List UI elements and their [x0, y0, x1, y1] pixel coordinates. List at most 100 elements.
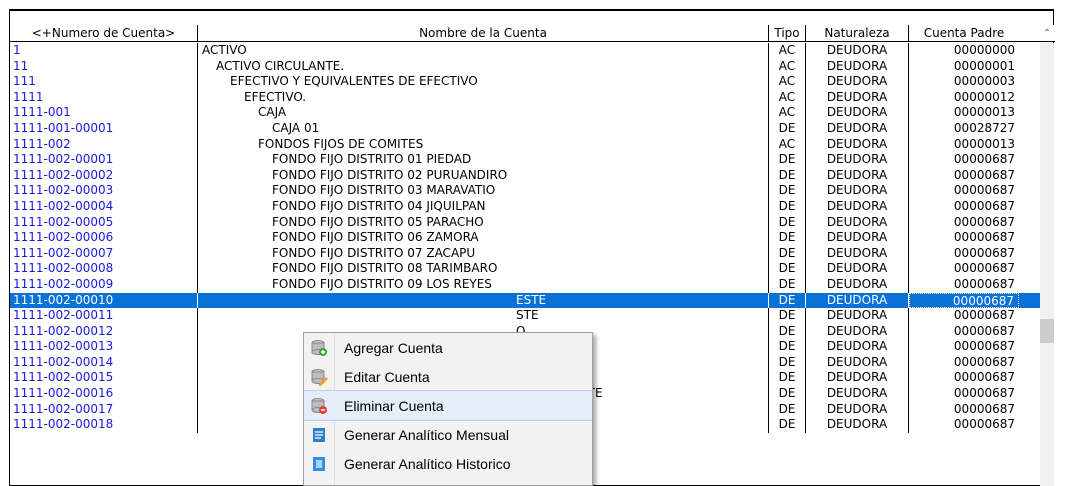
cell-tipo: DE — [769, 308, 806, 324]
cell-numero: 1111-002-00018 — [10, 417, 198, 433]
table-row[interactable]: 1111-002-00004 FONDO FIJO DISTRITO 04 JIQ… — [10, 198, 1040, 215]
column-header-tipo[interactable]: Tipo — [769, 25, 806, 41]
table-row[interactable]: 1111 EFECTIVO. AC DEUDORA 00000012 — [10, 89, 1040, 106]
cell-tipo: DE — [769, 230, 806, 246]
cell-tipo: DE — [769, 214, 806, 231]
cell-padre: 00000013 — [953, 136, 1015, 151]
menu-item-generar-analítico-mensual[interactable]: Generar Analítico Mensual — [304, 420, 592, 449]
menu-item-label: Generar Analítico Mensual — [344, 426, 509, 443]
cell-naturaleza: DEUDORA — [806, 354, 909, 371]
cell-naturaleza: DEUDORA — [806, 136, 909, 153]
table-row[interactable]: 11 ACTIVO CIRCULANTE. AC DEUDORA 00000001 — [10, 58, 1040, 75]
cell-nombre: FONDO FIJO DISTRITO 05 PARACHO — [198, 214, 769, 231]
cell-nombre: EFECTIVO Y EQUIVALENTES DE EFECTIVO — [198, 74, 769, 90]
table-row[interactable]: 1111-002-00005 FONDO FIJO DISTRITO 05 PAR… — [10, 214, 1040, 231]
cell-numero: 1111-002-00009 — [10, 276, 198, 293]
cell-numero: 1111-002-00012 — [10, 323, 198, 340]
cell-numero: 1111-002-00007 — [10, 245, 198, 262]
table-row[interactable]: 111 EFECTIVO Y EQUIVALENTES DE EFECTIVO AC… — [10, 74, 1040, 90]
cell-tipo: DE — [769, 386, 806, 402]
cell-naturaleza: DEUDORA — [806, 120, 909, 137]
table-row[interactable]: 1 ACTIVO AC DEUDORA 00000000 — [10, 43, 1040, 59]
cell-numero: 1111-002 — [10, 136, 198, 153]
cell-naturaleza: DEUDORA — [806, 386, 909, 402]
cell-padre: 00000687 — [953, 230, 1015, 245]
cell-numero: 1111-001 — [10, 105, 198, 121]
cell-tipo: DE — [769, 183, 806, 199]
cell-nombre: EFECTIVO. — [198, 89, 769, 106]
table-row[interactable]: 1111-002-00009 FONDO FIJO DISTRITO 09 LOS… — [10, 276, 1040, 293]
cell-padre: 00000012 — [953, 89, 1015, 104]
table-row[interactable]: 1111-002-00001 FONDO FIJO DISTRITO 01 PIE… — [10, 152, 1040, 168]
column-header-numero[interactable]: <+Numero de Cuenta> — [10, 25, 198, 41]
cell-padre: 00000687 — [953, 401, 1015, 416]
menu-item-excel[interactable] — [304, 478, 592, 485]
cell-naturaleza: DEUDORA — [806, 183, 909, 199]
table-row[interactable]: 1111-002-00011 STE DE DEUDORA 00000687 — [10, 308, 1040, 324]
cell-numero: 1111-002-00005 — [10, 214, 198, 231]
cell-naturaleza: DEUDORA — [806, 58, 909, 75]
cell-naturaleza: DEUDORA — [806, 230, 909, 246]
cell-numero: 1111-002-00006 — [10, 230, 198, 246]
cell-padre: 00000687 — [953, 276, 1015, 291]
cell-naturaleza: DEUDORA — [806, 339, 909, 355]
column-header-nombre[interactable]: Nombre de la Cuenta — [198, 25, 769, 41]
table-row[interactable]: 1111-002 FONDOS FIJOS DE COMITES AC DEUDORA… — [10, 136, 1040, 153]
cell-padre: 00000687 — [953, 323, 1015, 338]
menu-item-label: Editar Cuenta — [344, 368, 430, 385]
scrollbar-thumb[interactable] — [1040, 319, 1054, 343]
context-menu: Agregar Cuenta Editar Cuenta Eliminar Cuen… — [303, 332, 593, 486]
cell-naturaleza: DEUDORA — [806, 308, 909, 324]
db-edit-icon — [304, 362, 334, 391]
cell-tipo: AC — [769, 105, 806, 121]
cell-nombre: ESTE — [198, 292, 769, 309]
table-row[interactable]: 1111-002-00007 FONDO FIJO DISTRITO 07 ZAC… — [10, 245, 1040, 262]
table-row[interactable]: 1111-001 CAJA AC DEUDORA 00000013 — [10, 105, 1040, 121]
cell-nombre: FONDO FIJO DISTRITO 03 MARAVATIO — [198, 183, 769, 199]
cell-tipo: DE — [769, 167, 806, 184]
table-row[interactable]: 1111-002-00003 FONDO FIJO DISTRITO 03 MAR… — [10, 183, 1040, 199]
cell-padre: 00000687 — [953, 183, 1015, 198]
cell-numero: 11 — [10, 58, 198, 75]
table-row[interactable]: 1111-002-00008 FONDO FIJO DISTRITO 08 TAR… — [10, 261, 1040, 277]
table-row[interactable]: 1111-002-00006 FONDO FIJO DISTRITO 06 ZAM… — [10, 230, 1040, 246]
cell-numero: 1111-002-00013 — [10, 339, 198, 355]
cell-tipo: DE — [769, 292, 806, 309]
menu-item-label: Agregar Cuenta — [344, 339, 443, 356]
menu-item-eliminar-cuenta[interactable]: Eliminar Cuenta — [304, 390, 592, 421]
cell-tipo: DE — [769, 339, 806, 355]
cell-naturaleza: DEUDORA — [806, 152, 909, 168]
cell-nombre: CAJA 01 — [198, 120, 769, 137]
table-row[interactable]: 1111-002-00002 FONDO FIJO DISTRITO 02 PUR… — [10, 167, 1040, 184]
vertical-scrollbar[interactable] — [1040, 43, 1054, 486]
cell-padre: 00000001 — [953, 58, 1015, 73]
scroll-up-icon[interactable]: ⌃ — [1040, 28, 1054, 39]
cell-tipo: DE — [769, 152, 806, 168]
cell-nombre: FONDO FIJO DISTRITO 07 ZACAPU — [198, 245, 769, 262]
cell-naturaleza: DEUDORA — [806, 292, 909, 309]
menu-item-editar-cuenta[interactable]: Editar Cuenta — [304, 362, 592, 391]
cell-nombre: FONDO FIJO DISTRITO 01 PIEDAD — [198, 152, 769, 168]
menu-item-label: Eliminar Cuenta — [344, 397, 444, 414]
cell-nombre: FONDO FIJO DISTRITO 06 ZAMORA — [198, 230, 769, 246]
report-history-icon — [304, 449, 334, 478]
menu-item-agregar-cuenta[interactable]: Agregar Cuenta — [304, 333, 592, 362]
table-row[interactable]: 1111-001-00001 CAJA 01 DE DEUDORA 00028727 — [10, 120, 1040, 137]
cell-padre: 00000687 — [953, 386, 1015, 401]
excel-icon — [304, 478, 334, 485]
cell-nombre: STE — [198, 308, 769, 324]
menu-item-label: Generar Analítico Historico — [344, 455, 511, 472]
cell-naturaleza: DEUDORA — [806, 370, 909, 387]
cell-tipo: DE — [769, 198, 806, 215]
menu-item-generar-analítico-historico[interactable]: Generar Analítico Historico — [304, 449, 592, 478]
cell-numero: 1111-002-00003 — [10, 183, 198, 199]
cell-padre: 00000687 — [909, 292, 1019, 309]
cell-naturaleza: DEUDORA — [806, 105, 909, 121]
db-delete-icon — [304, 391, 334, 420]
cell-numero: 1111-002-00008 — [10, 261, 198, 277]
column-header-naturaleza[interactable]: Naturaleza — [806, 25, 909, 41]
cell-tipo: DE — [769, 323, 806, 340]
table-row[interactable]: 1111-002-00010 ESTE DE DEUDORA 00000687 — [10, 292, 1040, 309]
column-header-padre[interactable]: Cuenta Padre — [909, 25, 1019, 41]
cell-nombre: CAJA — [198, 105, 769, 121]
